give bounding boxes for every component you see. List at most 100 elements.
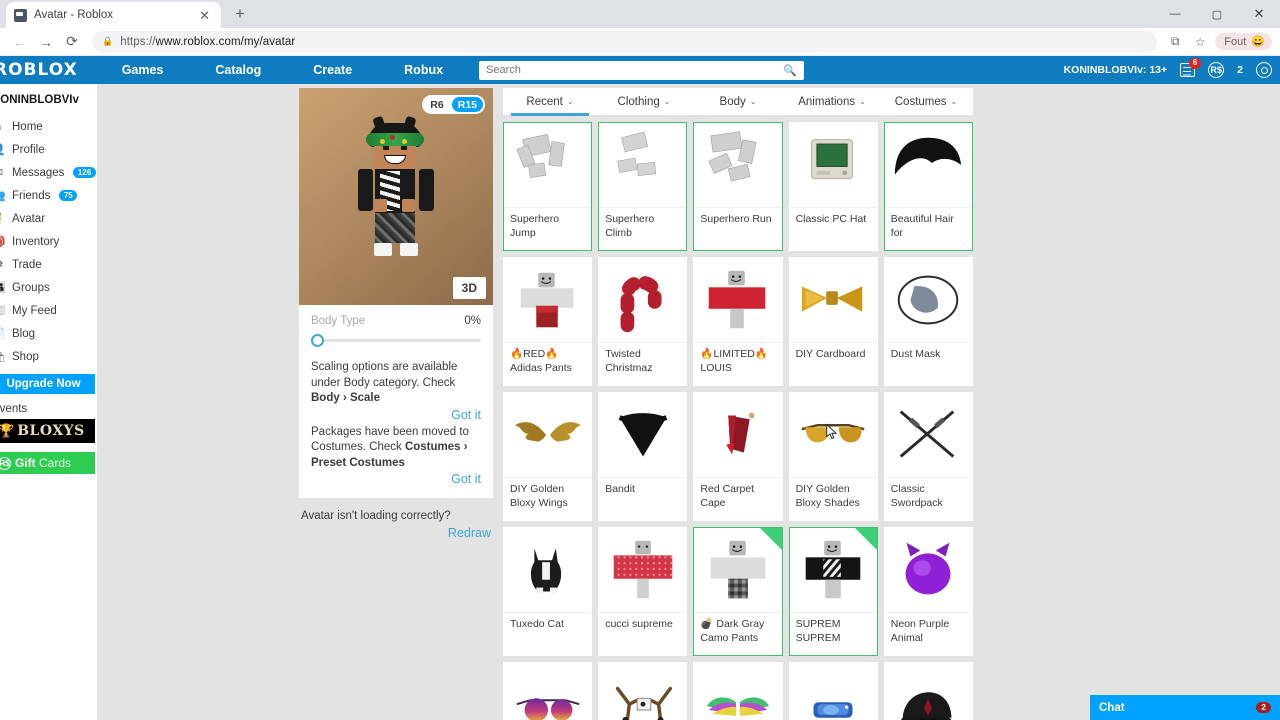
redraw-link[interactable]: Redraw [301,526,491,540]
close-tab-icon[interactable]: ✕ [196,9,213,22]
catalog-item-card[interactable] [788,662,878,720]
tab-body[interactable]: Body ⌄ [691,88,785,116]
catalog-item-card[interactable]: Superhero Climb [598,122,688,251]
browser-profile-chip[interactable]: Fout 😀 [1215,33,1272,50]
sidebar-item-label: Shop [12,350,39,363]
back-button[interactable]: ← [8,30,32,54]
got-it-button-1[interactable]: Got it [311,408,481,422]
catalog-item-card[interactable] [598,662,688,720]
tab-costumes[interactable]: Costumes ⌄ [879,88,973,116]
new-tab-button[interactable]: + [227,1,253,27]
catalog-item-card[interactable]: Dust Mask [883,257,973,386]
catalog-item-card[interactable]: Red Carpet Cape [693,392,783,521]
gift-cards-banner[interactable]: R$ Gift Cards [0,452,95,474]
sidebar-item-messages[interactable]: ✉ Messages 126 [0,161,97,184]
url-scheme: https:// [120,35,156,48]
catalog-item-card[interactable]: DIY Cardboard [788,257,878,386]
avatar-left-hand [374,198,387,212]
catalog-item-card[interactable]: DIY Golden Bloxy Shades [788,392,878,521]
catalog-item-card[interactable]: 🔥RED🔥 Adidas Pants [503,257,593,386]
groups-icon: 👪 [0,281,6,294]
sidebar-item-friends[interactable]: 👥 Friends 75 [0,184,97,207]
upgrade-now-button[interactable]: Upgrade Now [0,374,95,394]
reload-button[interactable]: ⟳ [60,30,84,54]
catalog-item-card[interactable]: Classic PC Hat [788,122,878,251]
scaling-hint-text: Scaling options are available under Body… [311,361,458,389]
search-input[interactable] [486,64,784,76]
nav-games[interactable]: Games [96,63,190,77]
close-window-button[interactable]: ✕ [1238,0,1280,28]
black-shirt-thumbnail [790,528,877,612]
messages-icon[interactable]: 6 [1180,58,1202,77]
nav-create[interactable]: Create [287,63,378,77]
site-search[interactable]: 🔍 [479,60,805,80]
sidebar-item-home[interactable]: ⌂ Home [0,115,97,138]
sidebar-item-groups[interactable]: 👪 Groups [0,276,97,299]
tab-clothing[interactable]: Clothing ⌄ [597,88,691,116]
catalog-item-card[interactable]: Bandit [598,392,688,521]
tab-recent[interactable]: Recent ⌄ [503,88,597,116]
catalog-item-card[interactable] [503,662,593,720]
rig-type-toggle[interactable]: R6 R15 [422,95,485,114]
nav-catalog[interactable]: Catalog [189,63,287,77]
gear-icon[interactable] [1256,62,1272,78]
slider-handle[interactable] [311,334,324,347]
sidebar-item-avatar[interactable]: 🧍 Avatar [0,207,97,230]
sidebar-item-trade[interactable]: ⇄ Trade [0,253,97,276]
nav-robux[interactable]: Robux [378,63,469,77]
bookmark-star-icon[interactable]: ☆ [1190,32,1210,52]
equipped-corner-badge [854,528,877,550]
blog-icon: 📄 [0,327,6,340]
header-username[interactable]: KONINBLOBVIv: 13+ [1064,64,1168,76]
catalog-item-card[interactable]: Beautiful Hair for [883,122,973,251]
body-type-panel: Body Type 0% Scaling options are availab… [299,305,493,499]
rig-option-r6[interactable]: R6 [424,99,449,111]
catalog-item-card[interactable]: Superhero Jump [503,122,593,251]
catalog-item-card[interactable] [883,662,973,720]
sidebar-item-my-feed[interactable]: 📰 My Feed [0,299,97,322]
roblox-logo[interactable]: ROBLOX [0,60,96,80]
sidebar-item-profile[interactable]: 👤 Profile [0,138,97,161]
forward-button[interactable]: → [34,30,58,54]
catalog-item-grid: Superhero Jump Superhero Climb Superhero… [503,116,973,720]
sidebar-item-inventory[interactable]: 🎒 Inventory [0,230,97,253]
catalog-item-card[interactable]: Neon Purple Animal [883,527,973,656]
chat-bar[interactable]: Chat 2 [1090,695,1280,720]
browser-tab[interactable]: Avatar - Roblox ✕ [6,2,221,28]
minimize-button[interactable]: — [1154,0,1196,28]
catalog-item-card[interactable]: Classic Swordpack [883,392,973,521]
address-bar[interactable]: 🔒 https://www.roblox.com/my/avatar [92,31,1158,52]
catalog-item-label: Superhero Jump [504,207,592,250]
catalog-item-card[interactable]: 🔥LIMITED🔥 LOUIS [693,257,783,386]
url-host-path: www.roblox.com/my/avatar [155,35,296,48]
catalog-item-card[interactable]: 💣 Dark Gray Camo Pants [693,527,783,656]
catalog-item-card[interactable] [693,662,783,720]
catalog-item-card[interactable]: SUPREM SUPREM [788,527,878,656]
catalog-item-card[interactable]: Tuxedo Cat [503,527,593,656]
gift-cards-label: Gift Cards [15,456,71,470]
pc-monitor-thumbnail [790,123,877,207]
swords-thumbnail [885,393,972,477]
catalog-item-card[interactable]: cucci supreme [598,527,688,656]
search-icon[interactable]: 🔍 [783,64,797,77]
sidebar-item-label: Blog [12,327,36,340]
roblox-header: ROBLOX Games Catalog Create Robux 🔍 KONI… [0,56,1280,84]
extensions-icon[interactable]: ⧉ [1165,32,1185,52]
sidebar-item-shop[interactable]: 🛍 Shop [0,345,97,368]
sidebar-item-blog[interactable]: 📄 Blog [0,322,97,345]
robux-icon[interactable]: R$ [1208,62,1225,78]
catalog-item-card[interactable]: DIY Golden Bloxy Wings [503,392,593,521]
catalog-item-card[interactable]: Twisted Christmaz [598,257,688,386]
sidebar-item-label: Home [12,120,43,133]
browser-toolbar: ← → ⟳ 🔒 https://www.roblox.com/my/avatar… [0,28,1280,56]
body-type-slider[interactable] [311,333,481,347]
catalog-item-card[interactable]: Superhero Run [693,122,783,251]
tab-animations[interactable]: Animations ⌄ [785,88,879,116]
got-it-button-2[interactable]: Got it [311,472,481,486]
maximize-button[interactable]: ▢ [1196,0,1238,28]
view-3d-button[interactable]: 3D [452,277,486,299]
avatar-3d-viewport[interactable]: R6 R15 3D [299,88,493,305]
rig-option-r15[interactable]: R15 [451,97,483,112]
bloxys-banner[interactable]: 🏆 BLOXYS [0,419,95,443]
gift-word: Gift [15,456,36,470]
